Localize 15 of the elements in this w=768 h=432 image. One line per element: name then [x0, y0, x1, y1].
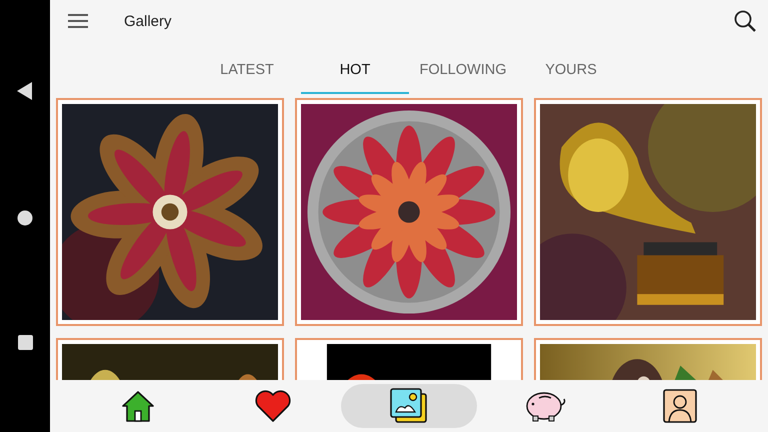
- tab[interactable]: FOLLOWING: [409, 42, 517, 94]
- app-title: Gallery: [124, 12, 173, 30]
- search-icon[interactable]: [734, 10, 756, 32]
- tab[interactable]: YOURS: [517, 42, 625, 94]
- person-icon: [663, 389, 698, 423]
- nav-button[interactable]: [341, 384, 477, 428]
- tab[interactable]: LATEST: [193, 42, 301, 94]
- heart-icon: [254, 389, 292, 423]
- pictures-icon: [390, 388, 428, 424]
- house-icon: [120, 389, 155, 423]
- recents-icon[interactable]: [18, 335, 32, 350]
- menu-icon[interactable]: [68, 14, 88, 28]
- home-icon[interactable]: [17, 210, 33, 226]
- back-icon[interactable]: [17, 82, 33, 100]
- tab[interactable]: HOT: [301, 42, 409, 94]
